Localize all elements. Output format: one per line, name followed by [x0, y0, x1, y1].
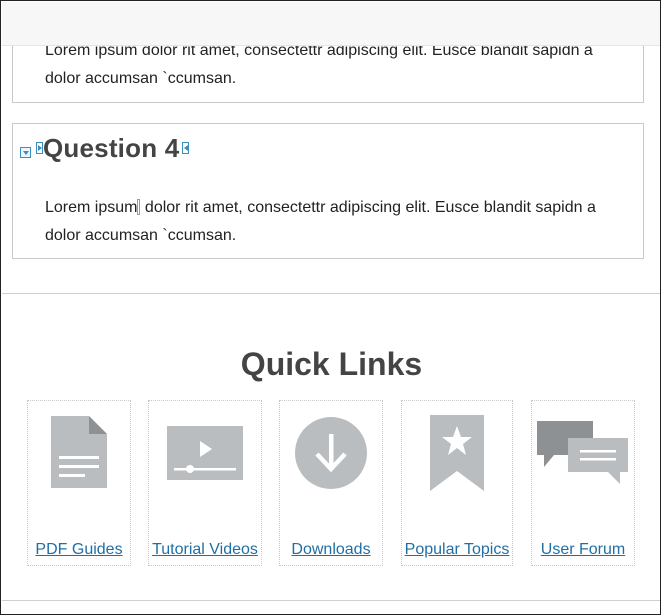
quick-link-label[interactable]: PDF Guides: [28, 541, 130, 559]
question-title[interactable]: Question 4: [43, 132, 179, 164]
question-body-text: Lorem ipsum dolor rit amet, consectettr …: [45, 42, 593, 87]
page-frame: Lorem ipsum dolor rit amet, consectettr …: [0, 0, 661, 615]
bookmark-star-icon: [429, 414, 485, 497]
top-bar: [2, 2, 660, 46]
quick-link-label[interactable]: Tutorial Videos: [149, 541, 261, 559]
collapse-toggle-icon[interactable]: [20, 147, 31, 158]
chat-bubbles-icon: [536, 420, 630, 495]
quick-link-label[interactable]: User Forum: [532, 541, 634, 559]
question-body-text-start: Lorem ipsum: [45, 199, 138, 216]
quick-link-label[interactable]: Downloads: [280, 541, 382, 559]
quick-link-label[interactable]: Popular Topics: [402, 541, 512, 559]
quick-links-title: Quick Links: [240, 346, 423, 382]
quick-link-popular-topics[interactable]: Popular Topics: [401, 400, 513, 566]
question-box-4: Question 4 Lorem ipsum dolor rit amet, c…: [12, 123, 644, 259]
video-player-icon: [166, 425, 244, 486]
question-body[interactable]: Lorem ipsum dolor rit amet, consectettr …: [45, 194, 623, 250]
quick-link-user-forum[interactable]: User Forum: [531, 400, 635, 566]
tag-close-marker-icon: [182, 142, 189, 154]
section-divider: [2, 600, 660, 601]
download-icon: [294, 416, 368, 495]
section-divider: [2, 293, 660, 294]
tag-open-marker-icon: [36, 142, 43, 154]
document-icon: [49, 414, 109, 495]
quick-link-pdf-guides[interactable]: PDF Guides: [27, 400, 131, 566]
quick-link-tutorial-videos[interactable]: Tutorial Videos: [148, 400, 262, 566]
quick-link-downloads[interactable]: Downloads: [279, 400, 383, 566]
